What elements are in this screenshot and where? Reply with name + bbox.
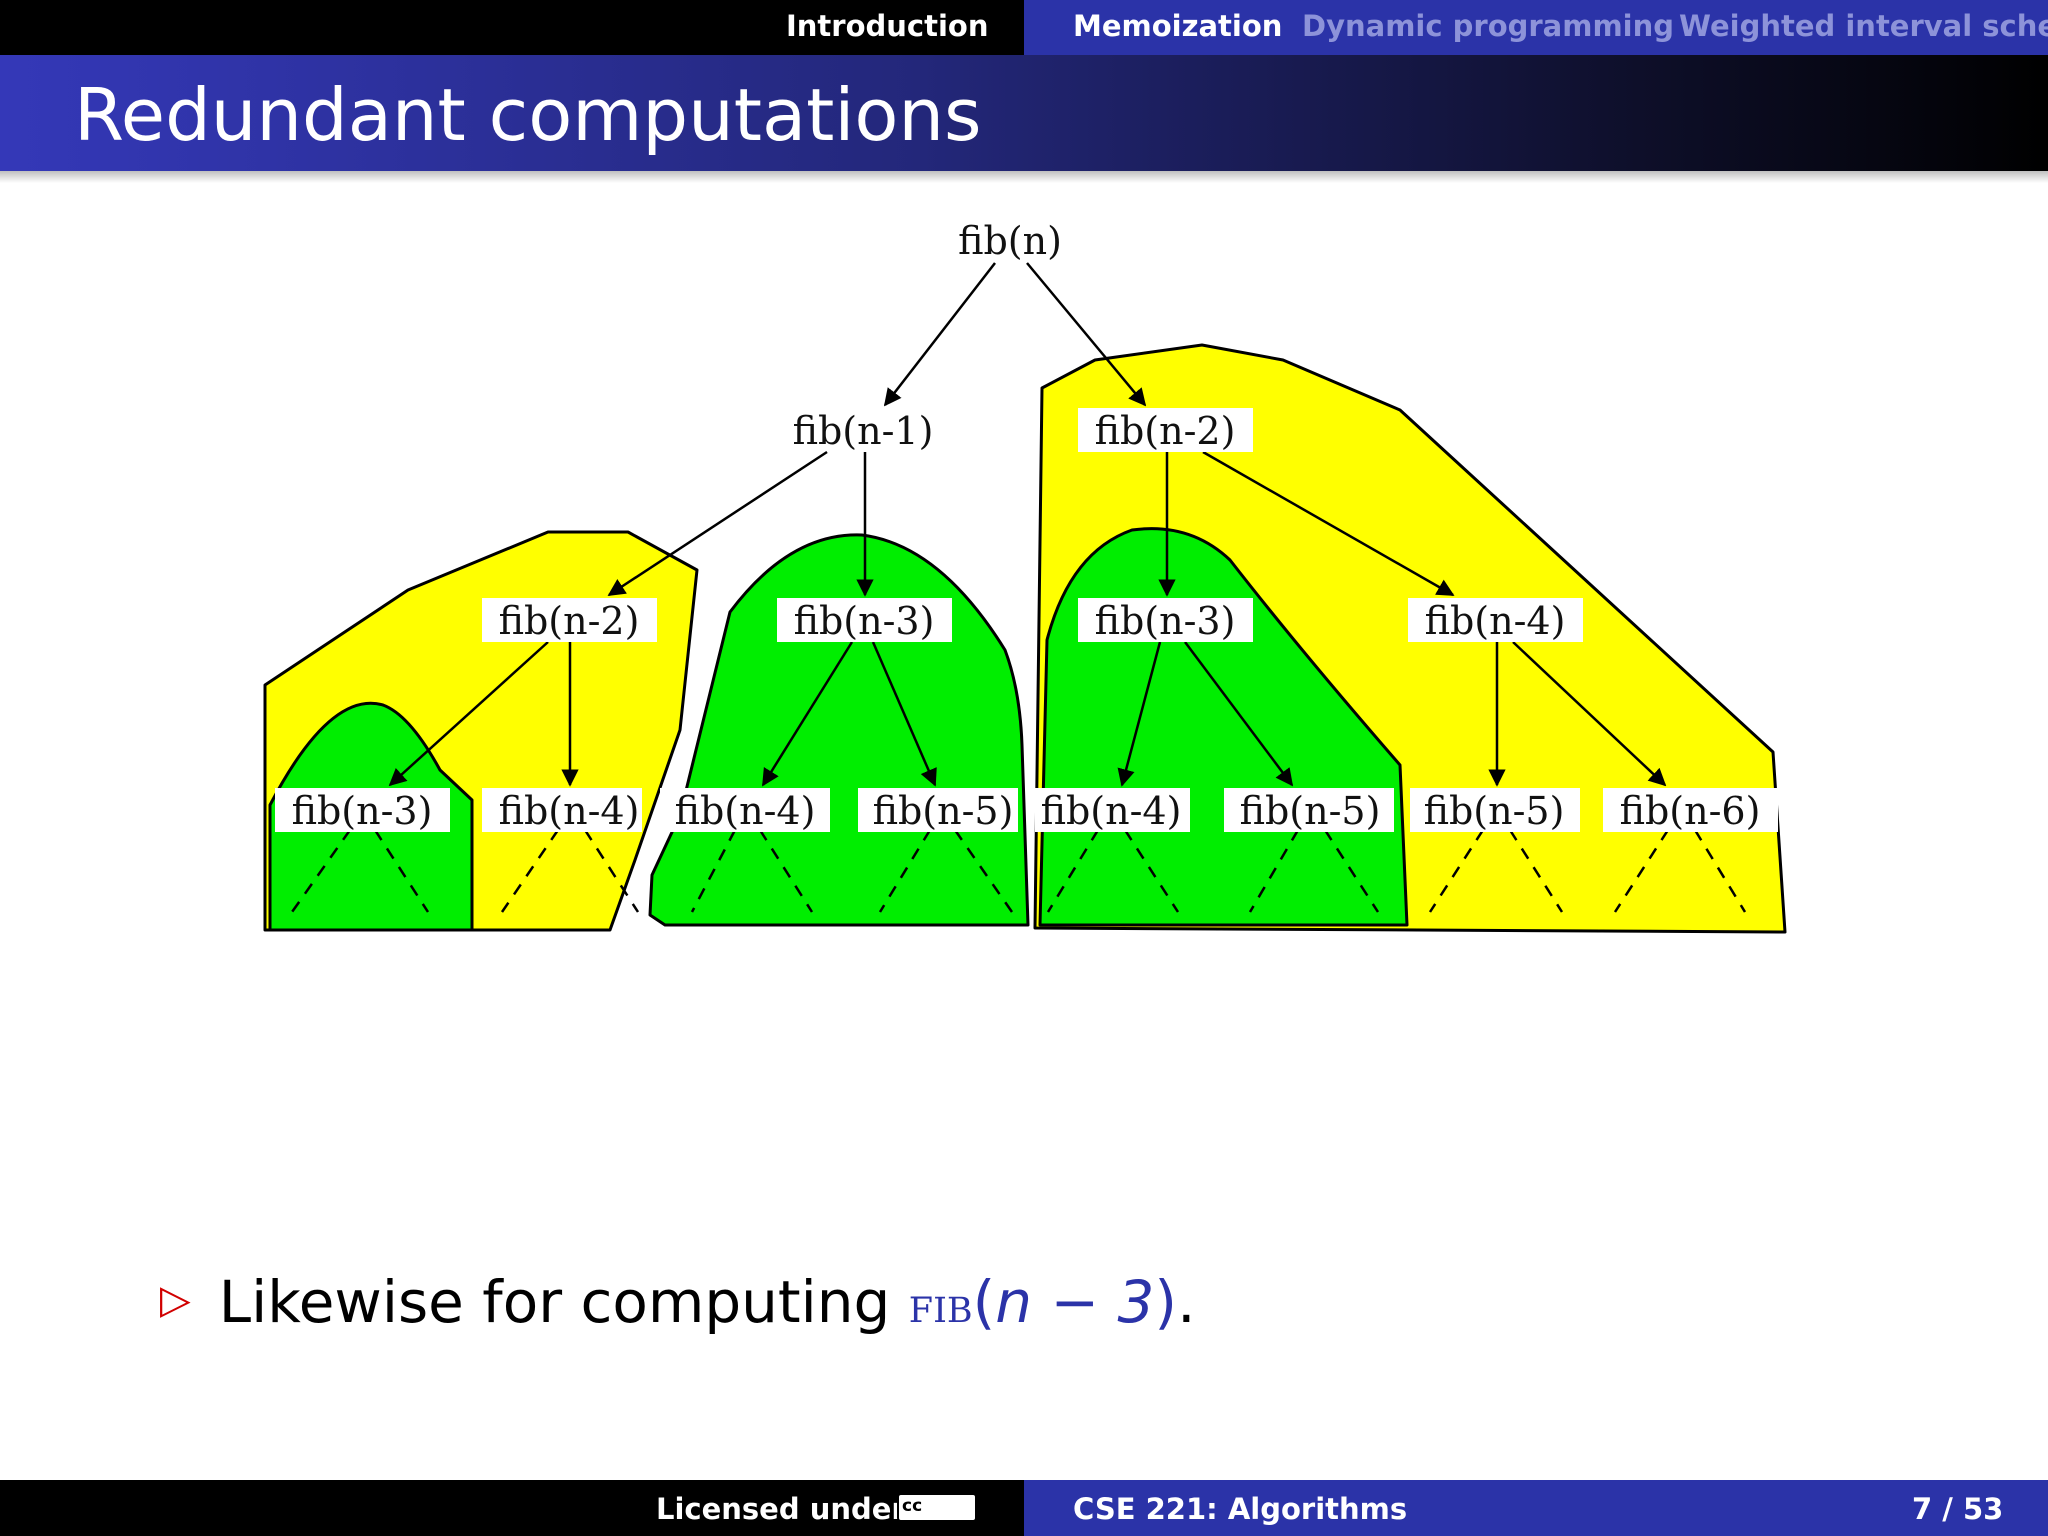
node-label-level3-b: fib(n-4) [499, 789, 640, 833]
fib-argument: n − 3 [995, 1268, 1155, 1336]
node-label-level2-a: fib(n-2) [499, 599, 640, 643]
footer-bar: Licensed under cc CSE 221: Algorithms 7 … [0, 1480, 2048, 1536]
node-label-fib-n-2: fib(n-2) [1095, 409, 1236, 453]
node-level2-a: fib(n-2) [482, 598, 657, 643]
fib-open-paren: ( [972, 1268, 996, 1336]
node-level3-e: fib(n-4) [1035, 788, 1190, 833]
bullet-triangle-icon: ▷ [160, 1276, 191, 1323]
node-label-level2-c: fib(n-3) [1095, 599, 1236, 643]
node-level2-b: fib(n-3) [777, 598, 952, 643]
bullet-text: Likewise for computing [218, 1268, 891, 1336]
node-label-level3-e: fib(n-4) [1041, 789, 1182, 833]
node-level3-d: fib(n-5) [858, 788, 1018, 833]
node-label-level3-h: fib(n-6) [1620, 789, 1761, 833]
node-label-level2-b: fib(n-3) [794, 599, 935, 643]
fib-close-paren: ) [1154, 1268, 1178, 1336]
fib-function-name: fib [908, 1276, 973, 1334]
node-level1-left: fib(n-1) [793, 409, 934, 453]
footer-license-text: Licensed under [656, 1492, 906, 1526]
node-label-root: fib(n) [958, 219, 1062, 263]
creative-commons-icon[interactable]: cc [897, 1493, 977, 1522]
node-label-level3-d: fib(n-5) [873, 789, 1014, 833]
bullet-item: ▷ Likewise for computing fib(n − 3). [160, 1268, 1196, 1336]
edge-root-to-n-1 [883, 262, 996, 407]
bullet-period: . [1177, 1268, 1196, 1336]
node-level3-c: fib(n-4) [660, 788, 830, 833]
node-label-level3-g: fib(n-5) [1424, 789, 1565, 833]
green-region-fib-n-3-middle [648, 533, 1030, 927]
node-level1-right: fib(n-2) [1078, 408, 1253, 453]
node-level3-a: fib(n-3) [275, 788, 450, 833]
node-label-level3-c: fib(n-4) [675, 789, 816, 833]
node-level3-g: fib(n-5) [1410, 788, 1580, 833]
footer-course-title: CSE 221: Algorithms [1073, 1492, 1408, 1526]
node-level3-f: fib(n-5) [1224, 788, 1394, 833]
footer-page-number: 7 / 53 [1912, 1492, 2004, 1526]
recursion-tree-diagram: fib(n) fib(n-1) fib(n-2) fib(n-2) fib(n-… [263, 219, 1787, 934]
node-label-level3-f: fib(n-5) [1240, 789, 1381, 833]
node-label-level3-a: fib(n-3) [292, 789, 433, 833]
node-label-fib-n-1: fib(n-1) [793, 409, 934, 453]
node-level3-b: fib(n-4) [482, 788, 642, 833]
node-level2-d: fib(n-4) [1408, 598, 1583, 643]
node-root: fib(n) [958, 219, 1062, 263]
node-label-level2-d: fib(n-4) [1425, 599, 1566, 643]
node-level3-h: fib(n-6) [1603, 788, 1778, 833]
node-level2-c: fib(n-3) [1078, 598, 1253, 643]
